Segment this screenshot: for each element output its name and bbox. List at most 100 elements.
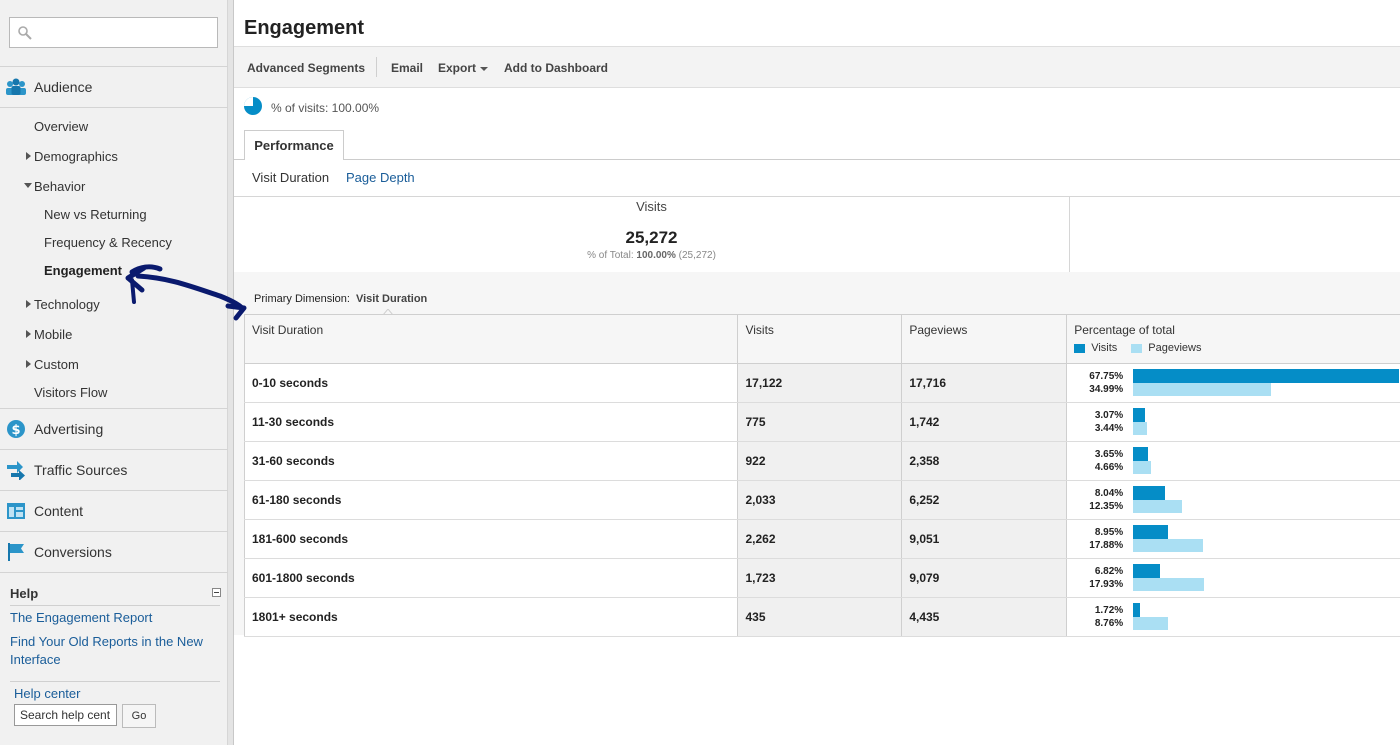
cell-pageviews: 9,051	[901, 519, 1067, 559]
cell-pageviews: 4,435	[901, 597, 1067, 637]
cell-visits: 17,122	[737, 363, 902, 403]
visits-pct-label: 1.72%	[1094, 605, 1124, 616]
add-to-dashboard-button[interactable]: Add to Dashboard	[504, 61, 608, 75]
cell-visit-duration: 0-10 seconds	[243, 363, 738, 403]
tab-performance[interactable]: Performance	[244, 130, 344, 160]
summary-value: 25,272	[625, 228, 678, 247]
nav-conversions[interactable]: Conversions	[0, 532, 228, 572]
pct-labels: 6.82% 17.93%	[1074, 565, 1123, 591]
pageviews-bar	[1133, 422, 1147, 435]
visits-bar	[1133, 603, 1140, 617]
pageviews-pct-label: 3.44%	[1094, 423, 1124, 434]
collapse-icon[interactable]	[212, 588, 221, 597]
search-icon	[18, 26, 32, 40]
export-button[interactable]: Export	[438, 61, 489, 75]
cell-visit-duration: 601-1800 seconds	[243, 558, 738, 598]
annotation-arrow	[125, 264, 247, 321]
cell-visits: 922	[737, 441, 902, 481]
nav-engagement[interactable]: Engagement	[44, 263, 122, 278]
table-row[interactable]: 61-180 seconds 2,033 6,252 8.04% 12.35%	[243, 480, 1400, 520]
table-row[interactable]: 31-60 seconds 922 2,358 3.65% 4.66%	[243, 441, 1400, 481]
expand-arrow-icon[interactable]	[26, 330, 31, 338]
arrows-icon	[5, 459, 27, 481]
nav-label: Traffic Sources	[34, 462, 128, 478]
table-row[interactable]: 601-1800 seconds 1,723 9,079 6.82% 17.93%	[243, 558, 1400, 598]
cell-percentage: 67.75% 34.99%	[1066, 363, 1400, 403]
cell-visits: 2,033	[737, 480, 902, 520]
cell-pageviews: 1,742	[901, 402, 1067, 442]
nav-traffic-sources[interactable]: Traffic Sources	[0, 450, 228, 490]
divider	[10, 681, 220, 682]
search-input[interactable]	[9, 17, 218, 48]
advanced-segments-button[interactable]: Advanced Segments	[247, 61, 365, 75]
nav-audience[interactable]: Audience	[0, 67, 228, 107]
nav-advertising[interactable]: $ Advertising	[0, 409, 228, 449]
table-row[interactable]: 181-600 seconds 2,262 9,051 8.95% 17.88%	[243, 519, 1400, 559]
collapse-arrow-icon[interactable]	[24, 183, 32, 188]
pct-labels: 3.65% 4.66%	[1074, 448, 1123, 474]
table-row[interactable]: 11-30 seconds 775 1,742 3.07% 3.44%	[243, 402, 1400, 442]
pageviews-bar	[1133, 383, 1271, 396]
col-header-visit-duration[interactable]: Visit Duration	[243, 314, 739, 364]
toolbar: Advanced Segments Email Export Add to Da…	[234, 46, 1400, 88]
subtab-visit-duration[interactable]: Visit Duration	[252, 170, 329, 185]
nav-overview[interactable]: Overview	[34, 119, 88, 134]
nav-behavior[interactable]: Behavior	[34, 179, 85, 194]
divider	[376, 57, 377, 77]
cell-percentage: 8.95% 17.88%	[1066, 519, 1400, 559]
pageviews-pct-label: 17.88%	[1089, 540, 1124, 551]
nav-frequency-recency[interactable]: Frequency & Recency	[44, 235, 172, 250]
cell-pageviews: 9,079	[901, 558, 1067, 598]
nav-technology[interactable]: Technology	[34, 297, 100, 312]
pageviews-pct-label: 34.99%	[1089, 384, 1124, 395]
divider	[1069, 197, 1070, 273]
nav-visitors-flow[interactable]: Visitors Flow	[34, 385, 107, 400]
col-header-percentage: Percentage of total Visits Pageviews	[1066, 314, 1400, 364]
expand-arrow-icon[interactable]	[26, 300, 31, 308]
cell-visits: 1,723	[737, 558, 902, 598]
expand-arrow-icon[interactable]	[26, 360, 31, 368]
summary-sub-pct: 100.00%	[636, 250, 676, 261]
data-table: Visit Duration Visits Pageviews Percenta…	[243, 314, 1400, 637]
legend-swatch-visits	[1074, 343, 1086, 353]
col-header-pageviews[interactable]: Pageviews	[901, 314, 1068, 364]
table-row[interactable]: 1801+ seconds 435 4,435 1.72% 8.76%	[243, 597, 1400, 637]
nav-custom[interactable]: Custom	[34, 357, 79, 372]
nav-label: Content	[34, 503, 84, 519]
pct-labels: 3.07% 3.44%	[1074, 409, 1123, 435]
chevron-down-icon	[480, 66, 489, 71]
nav-mobile[interactable]: Mobile	[34, 327, 72, 342]
help-link-old-reports[interactable]: Find Your Old Reports in the New Interfa…	[10, 633, 215, 669]
subtab-page-depth[interactable]: Page Depth	[346, 170, 415, 185]
col-header-visits[interactable]: Visits	[737, 314, 903, 364]
nav-label: Conversions	[34, 544, 112, 560]
cell-visit-duration: 181-600 seconds	[243, 519, 738, 559]
export-label: Export	[438, 61, 477, 75]
primary-dimension-value[interactable]: Visit Duration	[356, 293, 427, 305]
nav-demographics[interactable]: Demographics	[34, 149, 118, 164]
help-search-input[interactable]	[14, 704, 117, 726]
table-row[interactable]: 0-10 seconds 17,122 17,716 67.75% 34.99%	[243, 363, 1400, 403]
help-title: Help	[10, 586, 39, 601]
summary-panel: Visits 25,272 % of Total: 100.00% (25,27…	[234, 196, 1400, 273]
email-button[interactable]: Email	[391, 61, 423, 75]
cell-visit-duration: 11-30 seconds	[243, 402, 738, 442]
cell-percentage: 3.07% 3.44%	[1066, 402, 1400, 442]
pageviews-pct-label: 4.66%	[1094, 462, 1124, 473]
sidebar: Audience Overview Demographics Behavior …	[0, 0, 228, 745]
pageviews-bar	[1133, 461, 1152, 474]
cell-percentage: 3.65% 4.66%	[1066, 441, 1400, 481]
divider	[10, 605, 220, 606]
main-content: Engagement Advanced Segments Email Expor…	[125, 0, 1400, 745]
page-title: Engagement	[244, 17, 365, 39]
nav-new-vs-returning[interactable]: New vs Returning	[44, 207, 147, 222]
nav-content[interactable]: Content	[0, 491, 228, 531]
cell-pageviews: 17,716	[901, 363, 1067, 403]
help-center-link[interactable]: Help center	[14, 686, 80, 701]
help-link-engagement-report[interactable]: The Engagement Report	[10, 609, 152, 627]
summary-sub-prefix: % of Total:	[587, 250, 634, 261]
go-button[interactable]: Go	[122, 704, 156, 728]
visits-pct-label: 8.04%	[1094, 488, 1124, 499]
expand-arrow-icon[interactable]	[26, 152, 31, 160]
flag-icon	[5, 541, 27, 563]
